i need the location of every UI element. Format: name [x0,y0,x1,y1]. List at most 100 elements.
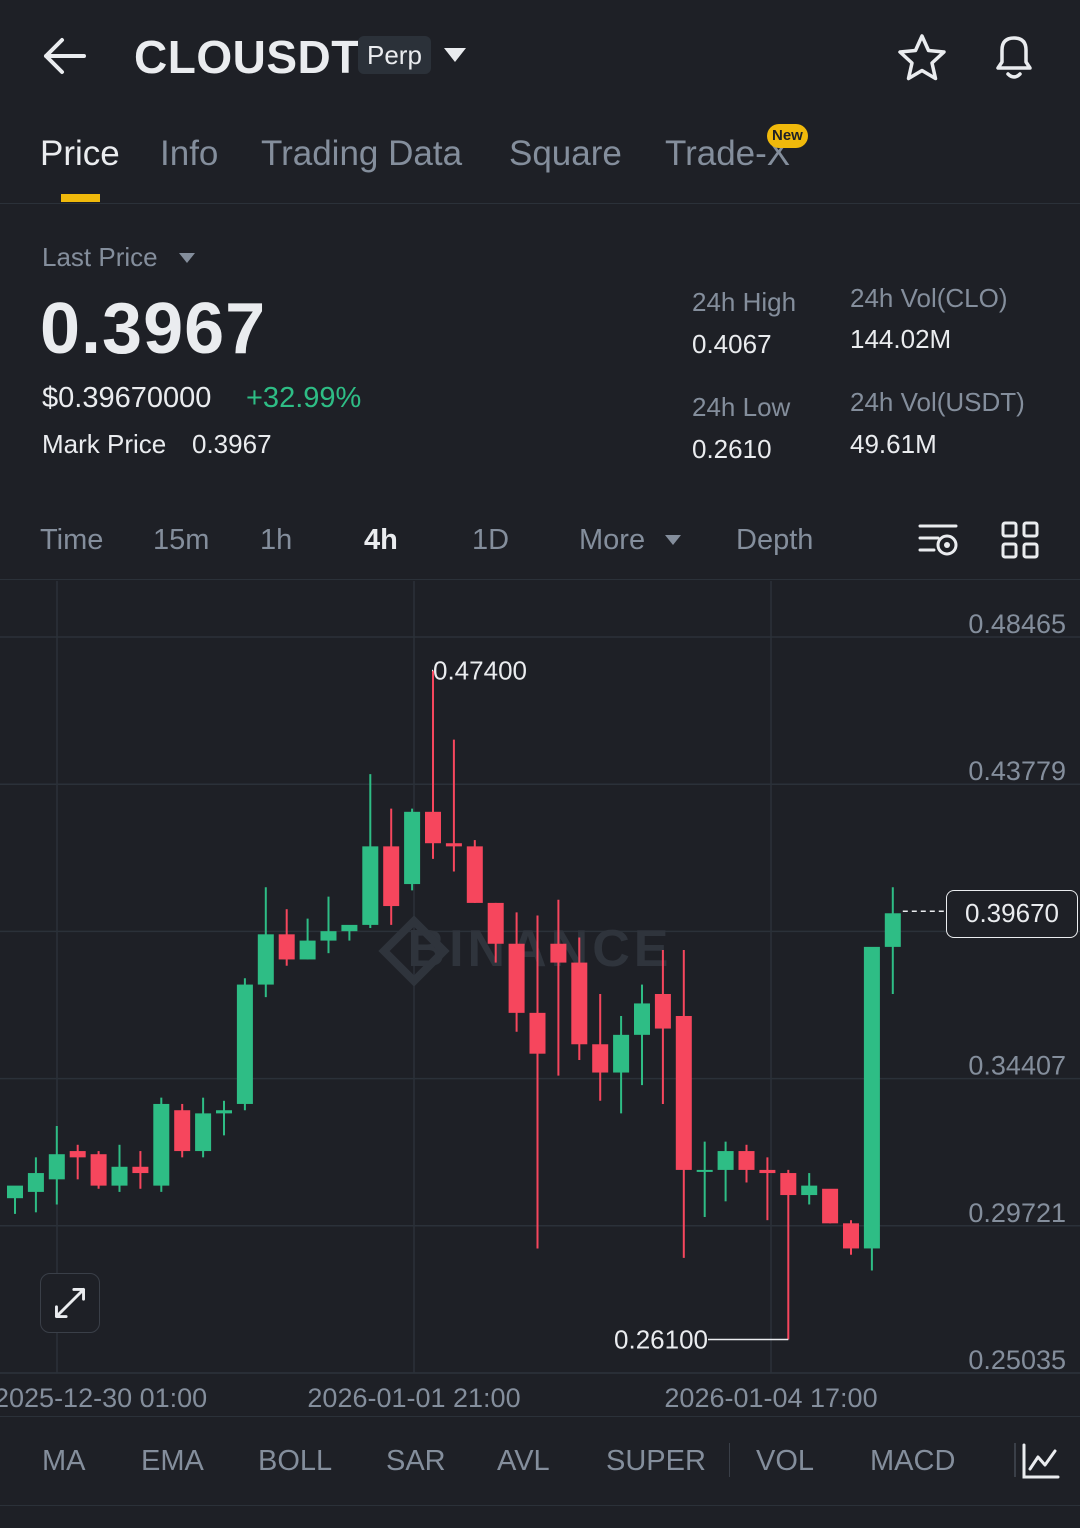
y-tick-label: 0.43779 [968,756,1066,786]
candle-body [7,1185,23,1199]
price-summary: Last Price 0.3967 $0.39670000 +32.99% Ma… [0,210,1080,490]
chart-canvas[interactable]: 0.484650.437790.344070.297210.25035BINAN… [0,581,1080,1416]
usd-price-value: $0.39670000 [42,382,212,414]
indicator-chart-icon[interactable] [1020,1441,1060,1481]
candlestick-chart[interactable]: 0.48465 0.43779 0.34407 0.29721 0.25035 BINAN… [0,581,1080,1416]
last-price-value: 0.3967 [40,289,267,369]
candle-body [425,811,441,844]
indicator-sar[interactable]: SAR [386,1445,446,1478]
app-header: CLOUSDT Perp [0,0,1080,115]
low-value: 0.2610 [692,434,772,464]
candle-body [320,931,337,941]
last-price-caret-icon[interactable] [178,252,196,264]
candle-body [675,1015,692,1170]
interval-1h[interactable]: 1h [260,524,292,557]
indicator-boll[interactable]: BOLL [258,1445,332,1478]
x-tick-label: 2025-12-30 01:00 [0,1383,207,1413]
notification-bell-icon[interactable] [988,30,1040,82]
max-price-label: 0.47400 [433,655,527,685]
price-change-percent: +32.99% [246,382,362,414]
candle-body [550,943,567,963]
new-badge: New [767,124,808,148]
candle-body [174,1110,191,1152]
back-arrow-icon[interactable] [40,34,88,78]
low-label: 24h Low [692,392,791,422]
y-tick-label: 0.48465 [968,609,1066,639]
candle-body [383,846,400,907]
candle-body [153,1103,170,1186]
interval-4h[interactable]: 4h [364,524,398,557]
candle-body [529,1012,546,1054]
candle-body [613,1034,630,1073]
candle-body [445,843,462,847]
current-price-tag: 0.39670 [946,890,1078,938]
candle-body [634,1003,650,1035]
candle-body [487,902,504,944]
candle-body [884,913,901,947]
candle-body [236,984,253,1104]
interval-1d[interactable]: 1D [472,524,509,557]
candle-body [404,811,421,885]
layout-grid-icon[interactable] [1000,520,1040,560]
candle-body [508,943,525,1013]
interval-depth[interactable]: Depth [736,524,813,557]
mark-price-value: 0.3967 [192,429,272,459]
candle-body [738,1151,755,1170]
x-tick-label: 2026-01-01 21:00 [307,1383,520,1413]
candle-body [759,1169,776,1174]
tab-price[interactable]: Price [40,134,120,174]
last-price-label[interactable]: Last Price [42,242,158,273]
candle-body [69,1151,86,1158]
indicator-vol[interactable]: VOL [756,1445,814,1478]
tab-square[interactable]: Square [509,134,622,174]
symbol-dropdown-icon[interactable] [442,46,468,64]
more-caret-icon[interactable] [664,534,682,546]
vol-base-label: 24h Vol(CLO) [850,283,1008,313]
high-label: 24h High [692,287,797,317]
candle-body [195,1113,212,1152]
interval-15m[interactable]: 15m [153,524,209,557]
indicator-bar: MA EMA BOLL SAR AVL SUPER VOL MACD [0,1416,1080,1506]
y-tick-label: 0.29721 [968,1198,1066,1228]
candle-body [696,1169,713,1172]
candle-body [341,924,358,932]
y-tick-label: 0.25035 [968,1345,1066,1375]
indicator-super[interactable]: SUPER [606,1445,706,1478]
perp-badge[interactable]: Perp [358,36,431,74]
candle-body [717,1151,734,1170]
candle-body [27,1173,44,1192]
expand-chart-icon[interactable] [40,1273,100,1333]
x-tick-label: 2026-01-04 17:00 [664,1383,877,1413]
main-tabs: Price Info Trading Data Square Trade-X [0,120,1080,204]
candle-body [863,946,880,1249]
vol-quote-value: 49.61M [850,429,937,459]
indicator-macd[interactable]: MACD [870,1445,955,1478]
interval-more[interactable]: More [579,524,645,557]
indicator-ma[interactable]: MA [42,1445,86,1478]
interval-bar: Time 15m 1h 4h 1D More Depth [0,500,1080,580]
candle-body [216,1110,232,1114]
indicator-avl[interactable]: AVL [497,1445,550,1478]
candle-body [90,1154,107,1186]
tab-trading-data[interactable]: Trading Data [261,134,462,174]
chart-settings-icon[interactable] [918,520,960,560]
candle-body [278,934,295,960]
tab-info[interactable]: Info [160,134,218,174]
high-value: 0.4067 [692,329,772,359]
interval-time[interactable]: Time [40,524,103,557]
candle-body [822,1188,839,1224]
y-tick-label: 0.34407 [968,1051,1066,1081]
indicator-ema[interactable]: EMA [141,1445,204,1478]
candle-body [654,994,671,1029]
min-price-label: 0.26100 [614,1325,708,1355]
indicator-divider [1014,1443,1016,1477]
candle-body [801,1185,818,1196]
vol-base-value: 144.02M [850,324,952,354]
symbol-title[interactable]: CLOUSDT [134,30,360,84]
favorite-star-icon[interactable] [896,32,948,82]
candle-body [843,1223,859,1249]
candle-body [48,1154,65,1180]
vol-quote-label: 24h Vol(USDT) [850,387,1025,417]
candle-body [362,846,379,925]
candle-body [571,962,588,1045]
